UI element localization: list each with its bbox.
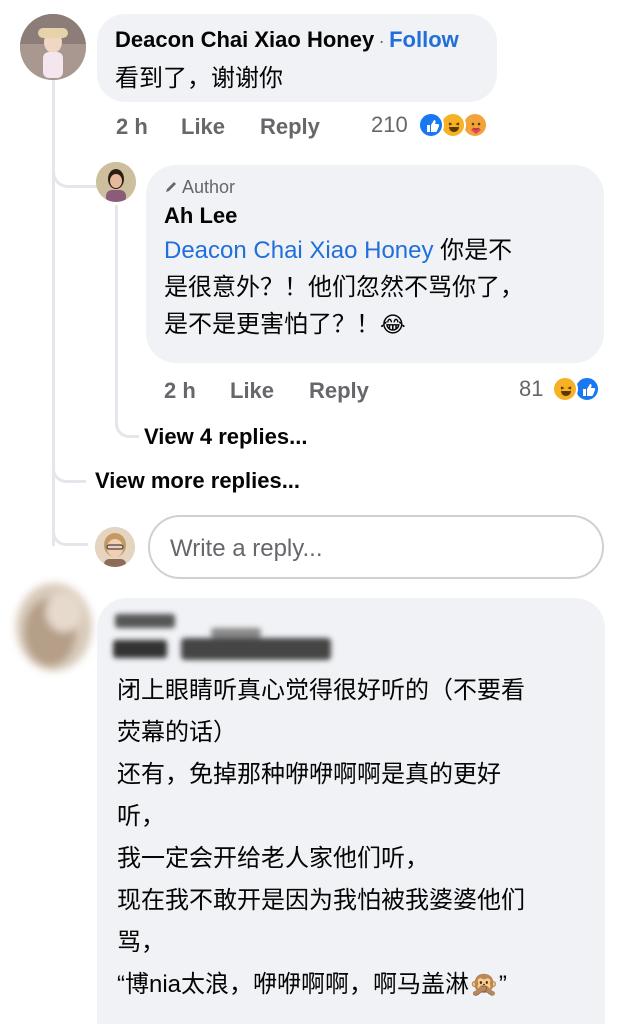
- reply-author[interactable]: Ah Lee: [164, 203, 237, 229]
- comment-text: 看到了，谢谢你: [115, 65, 283, 92]
- avatar-photo-icon: [96, 162, 136, 202]
- avatar[interactable]: [95, 527, 135, 567]
- reply-button[interactable]: Reply: [309, 378, 369, 404]
- comment-line: 听，: [117, 803, 165, 830]
- thread-branch-view-replies: [115, 410, 139, 438]
- author-badge: Author: [164, 177, 235, 198]
- view-replies-link[interactable]: View 4 replies...: [144, 424, 307, 450]
- comment-line: “博nia太浪，咿咿啊啊，啊马盖淋🙊”: [117, 971, 507, 998]
- reaction-count[interactable]: 81: [519, 376, 543, 402]
- comment-text: 闭上眼睛听真心觉得很好听的（不要看 荧幕的话） 还有，免掉那种咿咿啊啊是真的更好…: [117, 670, 597, 1006]
- haha-icon: [552, 376, 578, 402]
- laughing-emoji-icon: 😂: [380, 312, 406, 337]
- comment-bubble: 闭上眼睛听真心觉得很好听的（不要看 荧幕的话） 还有，免掉那种咿咿啊啊是真的更好…: [97, 598, 605, 1024]
- comment-bubble: Deacon Chai Xiao Honey · Follow 看到了，谢谢你: [97, 14, 497, 102]
- blurred-avatar[interactable]: [4, 572, 100, 680]
- reaction-icons[interactable]: [552, 374, 606, 404]
- comment-header: Deacon Chai Xiao Honey · Follow: [115, 27, 459, 53]
- separator-dot: ·: [378, 31, 385, 51]
- avatar-photo-icon: [20, 14, 86, 80]
- comment-line: 还有，免掉那种咿咿啊啊是真的更好: [117, 761, 501, 788]
- comment-line: 我一定会开给老人家他们听，: [117, 845, 429, 872]
- reaction-count[interactable]: 210: [371, 112, 408, 138]
- thread-branch-input: [52, 518, 88, 546]
- comment-line: 荧幕的话）: [117, 719, 237, 746]
- reply-bubble: Author Ah Lee Deacon Chai Xiao Honey 你是不…: [146, 165, 604, 363]
- comment-line: 现在我不敢开是因为我怕被我婆婆他们: [117, 887, 525, 914]
- like-icon: [418, 112, 444, 138]
- blurred-author-name: [111, 608, 351, 668]
- comment-line: 骂，: [117, 929, 165, 956]
- blurred-avatar-icon: [16, 583, 92, 671]
- like-button[interactable]: Like: [230, 378, 274, 404]
- reply-text: Deacon Chai Xiao Honey 你是不 是很意外？！他们忽然不骂你…: [164, 232, 594, 343]
- follow-link[interactable]: Follow: [389, 27, 459, 52]
- like-button[interactable]: Like: [181, 114, 225, 140]
- reply-text-line: 是很意外？！他们忽然不骂你了，: [164, 274, 524, 301]
- thread-branch-reply: [52, 158, 98, 188]
- author-badge-label: Author: [182, 177, 236, 197]
- avatar-photo-icon: [95, 527, 135, 567]
- comment-line: 闭上眼睛听真心觉得很好听的（不要看: [117, 677, 525, 704]
- reply-text-line: 你是不: [433, 237, 513, 264]
- reply-time[interactable]: 2 h: [164, 378, 196, 404]
- reply-button[interactable]: Reply: [260, 114, 320, 140]
- view-more-replies-link[interactable]: View more replies...: [95, 468, 300, 494]
- thread-line-sub: [115, 205, 118, 425]
- mention-link[interactable]: Deacon Chai Xiao Honey: [164, 237, 434, 264]
- reply-text-line: 是不是更害怕了？！: [164, 311, 380, 338]
- comment-time[interactable]: 2 h: [116, 114, 148, 140]
- avatar[interactable]: [96, 162, 136, 202]
- pencil-icon: [164, 178, 178, 192]
- reply-input-placeholder: Write a reply...: [170, 535, 323, 562]
- comment-author[interactable]: Deacon Chai Xiao Honey: [115, 27, 374, 52]
- reaction-icons[interactable]: [418, 110, 502, 140]
- avatar[interactable]: [20, 14, 86, 80]
- thread-branch-view-more: [52, 455, 86, 483]
- reply-input[interactable]: Write a reply...: [148, 515, 604, 579]
